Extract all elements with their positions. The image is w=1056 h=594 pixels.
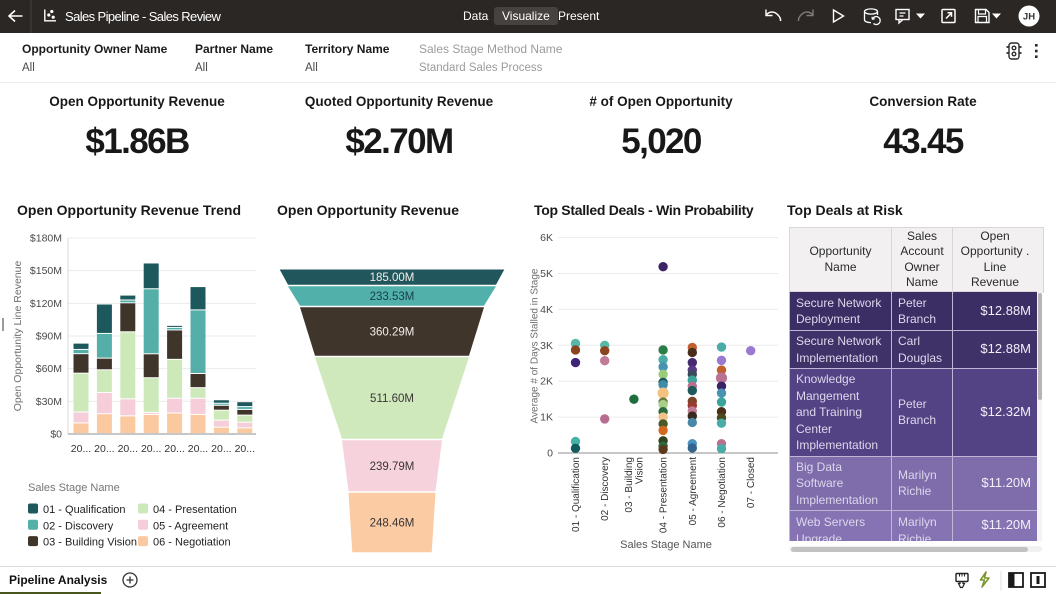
svg-text:02 - Discovery: 02 - Discovery — [43, 520, 114, 532]
svg-text:05 - Agreement: 05 - Agreement — [153, 520, 228, 532]
svg-text:06 - Negotiation: 06 - Negotiation — [153, 537, 231, 549]
svg-text:511.60M: 511.60M — [370, 393, 414, 405]
svg-text:$60M: $60M — [36, 363, 62, 375]
svg-text:$30M: $30M — [36, 396, 62, 408]
svg-text:Vision: Vision — [635, 457, 646, 484]
svg-text:03 - Building Vision: 03 - Building Vision — [43, 537, 137, 549]
svg-text:02 - Discovery: 02 - Discovery — [600, 457, 611, 521]
svg-text:20...: 20... — [188, 443, 208, 455]
svg-text:20...: 20... — [235, 443, 255, 455]
svg-text:Average # of Days Stalled in S: Average # of Days Stalled in Stage — [530, 268, 541, 423]
svg-text:233.53M: 233.53M — [370, 291, 415, 303]
svg-text:20...: 20... — [118, 443, 138, 455]
svg-text:Sales Stage Name: Sales Stage Name — [620, 539, 712, 551]
svg-text:20...: 20... — [164, 443, 184, 455]
svg-text:01 - Qualification: 01 - Qualification — [43, 504, 126, 516]
svg-text:$150M: $150M — [30, 265, 62, 277]
svg-text:$0: $0 — [50, 429, 62, 441]
svg-text:JH: JH — [1023, 12, 1035, 23]
svg-text:20...: 20... — [71, 443, 91, 455]
svg-text:360.29M: 360.29M — [370, 327, 415, 339]
svg-text:03 - Building: 03 - Building — [624, 457, 635, 513]
svg-text:04 - Presentation: 04 - Presentation — [659, 457, 670, 533]
svg-text:04 - Presentation: 04 - Presentation — [153, 504, 237, 516]
svg-text:20...: 20... — [141, 443, 161, 455]
svg-text:185.00M: 185.00M — [370, 272, 415, 284]
svg-text:6K: 6K — [540, 232, 553, 244]
svg-text:1K: 1K — [540, 412, 553, 424]
svg-text:$180M: $180M — [30, 232, 62, 244]
svg-text:06 - Negotiation: 06 - Negotiation — [717, 457, 728, 528]
svg-text:$90M: $90M — [36, 330, 62, 342]
svg-text:Open Opportunity Line Revenue: Open Opportunity Line Revenue — [12, 261, 24, 412]
svg-text:0: 0 — [547, 448, 553, 460]
svg-text:Sales Stage Name: Sales Stage Name — [28, 482, 120, 494]
svg-text:239.79M: 239.79M — [370, 461, 415, 473]
svg-text:20...: 20... — [211, 443, 231, 455]
svg-text:248.46M: 248.46M — [370, 518, 415, 530]
svg-text:2K: 2K — [540, 376, 553, 388]
svg-text:05 - Agreement: 05 - Agreement — [688, 457, 699, 526]
svg-text:4K: 4K — [540, 304, 553, 316]
svg-text:01 - Qualification: 01 - Qualification — [571, 457, 582, 532]
svg-text:5K: 5K — [540, 268, 553, 280]
svg-text:3K: 3K — [540, 340, 553, 352]
svg-text:$120M: $120M — [30, 298, 62, 310]
svg-text:07 - Closed: 07 - Closed — [746, 457, 757, 508]
svg-text:20...: 20... — [94, 443, 114, 455]
